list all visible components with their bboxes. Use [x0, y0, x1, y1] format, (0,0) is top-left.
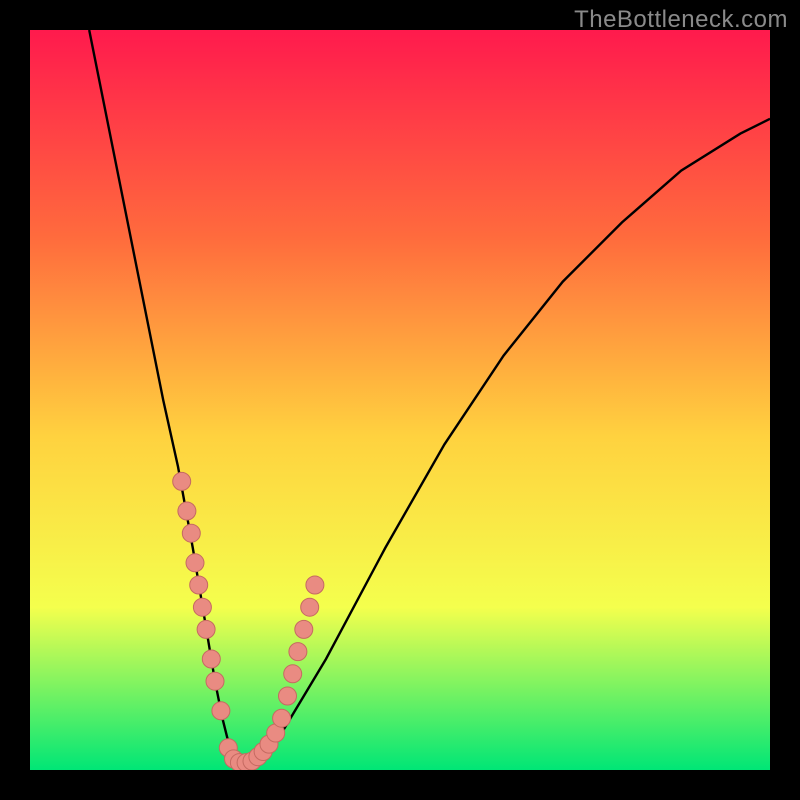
data-point-marker [295, 620, 313, 638]
data-point-marker [197, 620, 215, 638]
data-point-marker [301, 598, 319, 616]
data-point-marker [202, 650, 220, 668]
data-point-marker [190, 576, 208, 594]
data-point-marker [273, 709, 291, 727]
data-point-marker [182, 524, 200, 542]
data-point-marker [212, 702, 230, 720]
data-point-marker [193, 598, 211, 616]
data-point-marker [279, 687, 297, 705]
data-point-marker [178, 502, 196, 520]
data-point-marker [186, 554, 204, 572]
plot-svg [30, 30, 770, 770]
data-point-marker [289, 643, 307, 661]
data-point-marker [306, 576, 324, 594]
chart-stage: TheBottleneck.com [0, 0, 800, 800]
gradient-background [30, 30, 770, 770]
data-point-marker [206, 672, 224, 690]
data-point-marker [284, 665, 302, 683]
plot-frame [30, 30, 770, 770]
data-point-marker [173, 472, 191, 490]
